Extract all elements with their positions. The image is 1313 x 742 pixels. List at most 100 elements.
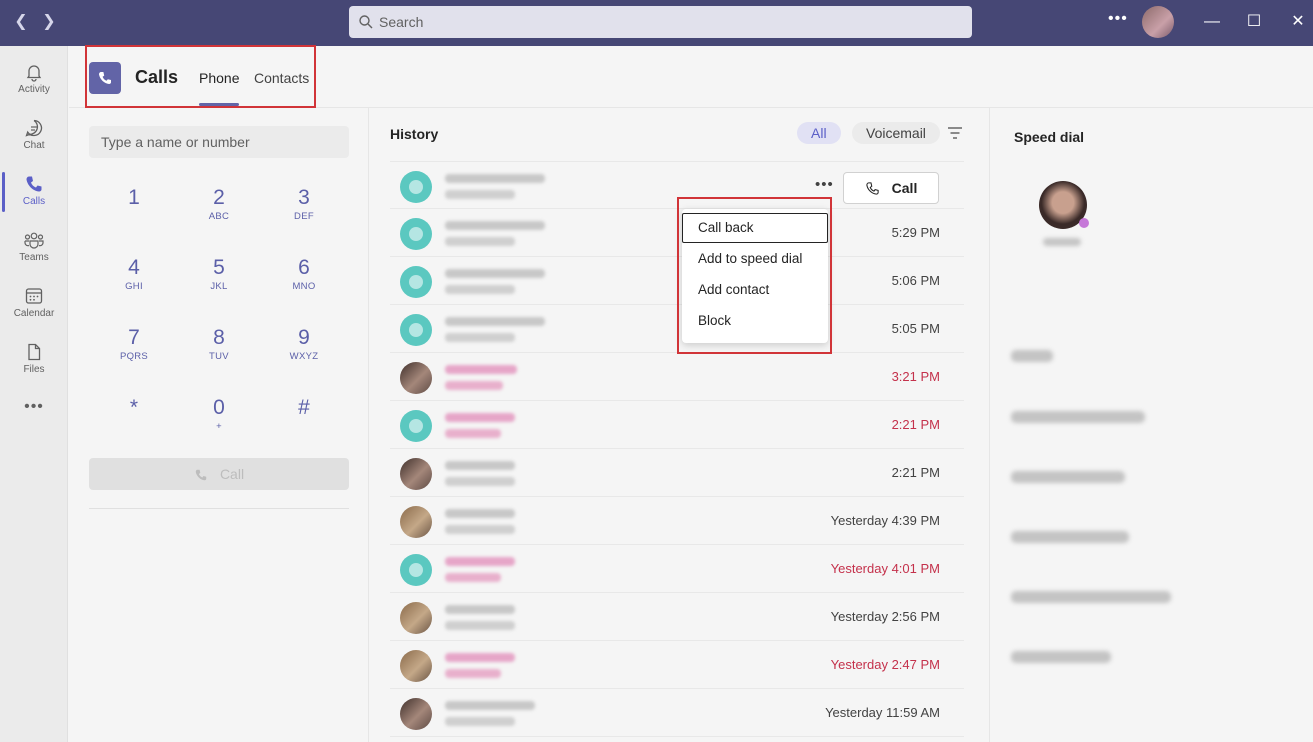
call-label: Call	[219, 466, 245, 482]
key-letters: DEF	[294, 211, 314, 222]
rail-item-calendar[interactable]: Calendar	[0, 276, 68, 332]
redacted-name	[445, 509, 515, 518]
key-number: 9	[298, 326, 310, 349]
contact-avatar	[400, 314, 432, 346]
redacted-detail	[445, 477, 515, 486]
history-row[interactable]: 3:21 PM	[390, 353, 964, 401]
row-call-button[interactable]: Call	[843, 172, 939, 204]
call-time: 5:05 PM	[891, 321, 940, 336]
history-row[interactable]: Yesterday 4:01 PM	[390, 545, 964, 593]
history-row[interactable]: Yesterday 11:59 AM	[390, 689, 964, 737]
call-time: Yesterday 11:59 AM	[825, 705, 940, 720]
speed-dial-title: Speed dial	[1014, 129, 1085, 145]
history-title: History	[390, 126, 439, 142]
rail-item-teams[interactable]: Teams	[0, 220, 68, 276]
dial-call-button[interactable]: Call	[89, 458, 349, 490]
key-number: 4	[128, 256, 140, 279]
contact-avatar	[400, 698, 432, 730]
rail-item-files[interactable]: Files	[0, 332, 68, 388]
minimize-icon[interactable]: —	[1200, 10, 1224, 34]
rail-item-activity[interactable]: Activity	[0, 52, 68, 108]
call-time: Yesterday 2:56 PM	[830, 609, 940, 624]
dial-key-9[interactable]: 9 WXYZ	[269, 326, 339, 376]
back-arrow-icon[interactable]: ❮	[10, 11, 32, 33]
phone-icon	[866, 182, 879, 195]
profile-avatar[interactable]	[1142, 6, 1174, 38]
number-input[interactable]: Type a name or number	[89, 126, 349, 158]
rail-label: Teams	[19, 252, 49, 263]
call-time: Yesterday 4:01 PM	[830, 561, 940, 576]
calendar-icon	[25, 288, 43, 304]
call-time: 5:29 PM	[891, 225, 940, 240]
speed-dial-panel: Speed dial	[991, 108, 1313, 742]
redacted-group[interactable]	[1011, 591, 1171, 603]
dial-key-8[interactable]: 8 TUV	[184, 326, 254, 376]
maximize-icon[interactable]: ☐	[1242, 10, 1266, 34]
dial-key-5[interactable]: 5 JKL	[184, 256, 254, 306]
call-time: 2:21 PM	[891, 465, 940, 480]
bell-icon	[26, 65, 42, 82]
redacted-detail	[445, 381, 503, 390]
dial-pad-panel: Type a name or number 1 2 ABC 3 DEF 4 GHI 5…	[69, 108, 369, 742]
redacted-group[interactable]	[1011, 350, 1053, 362]
history-row[interactable]: 2:21 PM	[390, 401, 964, 449]
redacted-group[interactable]	[1011, 411, 1145, 423]
highlight-box-header	[85, 45, 316, 108]
key-letters: WXYZ	[289, 351, 319, 362]
history-row[interactable]: Yesterday 4:39 PM	[390, 497, 964, 545]
close-icon[interactable]: ✕	[1286, 10, 1310, 34]
dial-key-hash[interactable]: #	[269, 396, 339, 446]
app-rail: Activity Chat Calls Teams Calendar Files…	[0, 46, 68, 742]
key-number: 7	[128, 326, 140, 349]
call-time: 2:21 PM	[891, 417, 940, 432]
call-time: 3:21 PM	[891, 369, 940, 384]
search-input[interactable]: Search	[349, 6, 972, 38]
filter-icon[interactable]	[947, 126, 963, 140]
redacted-name	[445, 413, 515, 422]
forward-arrow-icon[interactable]: ❯	[38, 11, 60, 33]
redacted-detail	[445, 190, 515, 199]
phone-icon	[26, 176, 42, 192]
redacted-group[interactable]	[1011, 651, 1111, 663]
redacted-detail	[445, 717, 515, 726]
call-time: 5:06 PM	[891, 273, 940, 288]
redacted-group[interactable]	[1011, 531, 1129, 543]
rail-item-calls[interactable]: Calls	[0, 164, 68, 220]
dial-key-4[interactable]: 4 GHI	[99, 256, 169, 306]
dial-key-3[interactable]: 3 DEF	[269, 186, 339, 236]
more-options-icon[interactable]: •••	[815, 176, 834, 193]
key-number: 3	[298, 186, 310, 209]
redacted-group[interactable]	[1011, 471, 1125, 483]
contact-avatar	[400, 218, 432, 250]
dial-key-0[interactable]: 0 +	[184, 396, 254, 446]
filter-voicemail[interactable]: Voicemail	[852, 122, 940, 144]
history-row[interactable]: 2:21 PM	[390, 449, 964, 497]
redacted-detail	[445, 573, 501, 582]
history-row[interactable]: Yesterday 2:47 PM	[390, 641, 964, 689]
file-icon	[28, 343, 41, 361]
redacted-detail	[445, 333, 515, 342]
redacted-name	[445, 557, 515, 566]
highlight-box-menu	[677, 197, 832, 354]
dial-key-7[interactable]: 7 PQRS	[99, 326, 169, 376]
rail-item-chat[interactable]: Chat	[0, 108, 68, 164]
dial-key-2[interactable]: 2 ABC	[184, 186, 254, 236]
redacted-name	[445, 605, 515, 614]
contact-avatar	[400, 266, 432, 298]
redacted-detail	[445, 621, 515, 630]
dial-key-1[interactable]: 1	[99, 186, 169, 236]
redacted-name	[445, 365, 517, 374]
filter-all[interactable]: All	[797, 122, 841, 144]
dial-key-star[interactable]: *	[99, 396, 169, 446]
key-number: 8	[213, 326, 225, 349]
rail-label: Files	[23, 364, 45, 375]
dial-key-6[interactable]: 6 MNO	[269, 256, 339, 306]
key-letters: +	[216, 421, 222, 432]
more-options-icon[interactable]: •••	[1108, 10, 1128, 28]
key-number: 1	[128, 186, 140, 209]
history-row[interactable]: Yesterday 2:56 PM	[390, 593, 964, 641]
call-label: Call	[891, 180, 918, 196]
rail-label: Chat	[23, 140, 45, 151]
redacted-detail	[445, 525, 515, 534]
more-apps-icon[interactable]: •••	[0, 398, 68, 416]
